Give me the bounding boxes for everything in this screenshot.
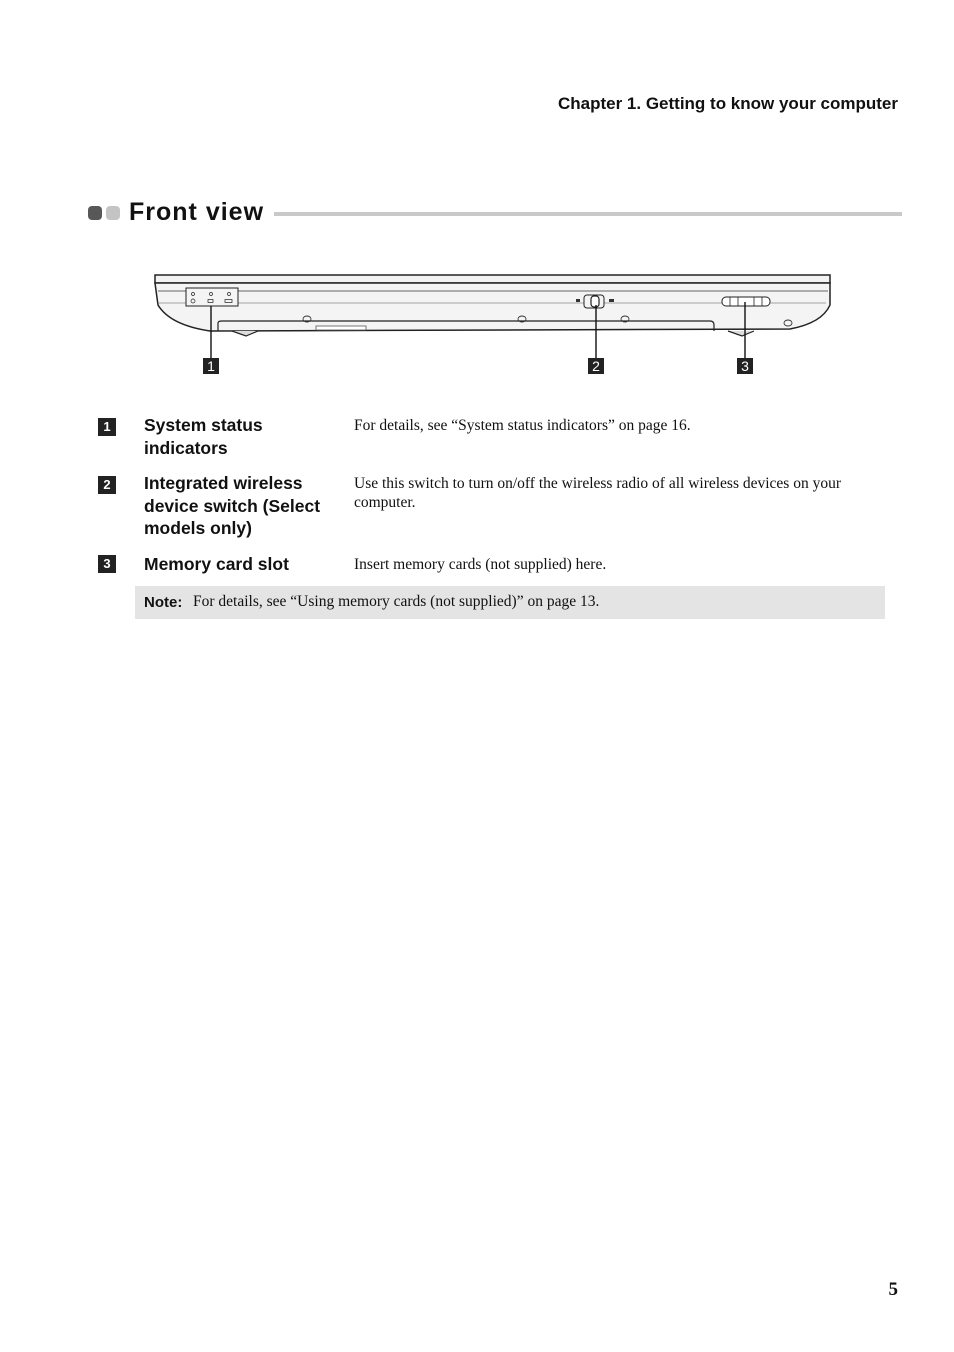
item-title: System status indicators xyxy=(144,415,263,458)
note-label: Note: xyxy=(144,594,183,611)
callout-2: 2 xyxy=(588,358,604,374)
laptop-lid xyxy=(154,274,831,284)
laptop-front-view-figure: 1 2 3 xyxy=(150,265,840,380)
callout-3: 3 xyxy=(737,358,753,374)
item-description: Use this switch to turn on/off the wirel… xyxy=(354,475,842,511)
laptop-base xyxy=(154,282,831,332)
memory-card-slot xyxy=(721,296,771,307)
section-heading: Front view xyxy=(88,198,902,230)
item-title: Memory card slot xyxy=(144,554,289,574)
section-rule-divider xyxy=(274,212,902,216)
item-number-badge: 3 xyxy=(98,555,116,573)
callout-1: 1 xyxy=(203,358,219,374)
laptop-foot-left xyxy=(231,330,259,337)
note-box: Note: For details, see “Using memory car… xyxy=(135,586,885,619)
heading-bullet-light-icon xyxy=(106,206,120,220)
item-number-badge: 1 xyxy=(98,418,116,436)
chapter-header: Chapter 1. Getting to know your computer xyxy=(557,94,898,113)
item-number-badge: 2 xyxy=(98,476,116,494)
status-indicators-panel xyxy=(185,287,239,307)
note-text: For details, see “Using memory cards (no… xyxy=(193,593,600,610)
page-number: 5 xyxy=(888,1279,899,1300)
heading-bullet-dark-icon xyxy=(88,206,102,220)
laptop-foot-right xyxy=(727,330,755,337)
section-title: Front view xyxy=(129,198,265,226)
item-description: Insert memory cards (not supplied) here. xyxy=(354,556,607,573)
item-title: Integrated wireless device switch (Selec… xyxy=(144,473,321,538)
item-description: For details, see “System status indicato… xyxy=(354,417,691,434)
